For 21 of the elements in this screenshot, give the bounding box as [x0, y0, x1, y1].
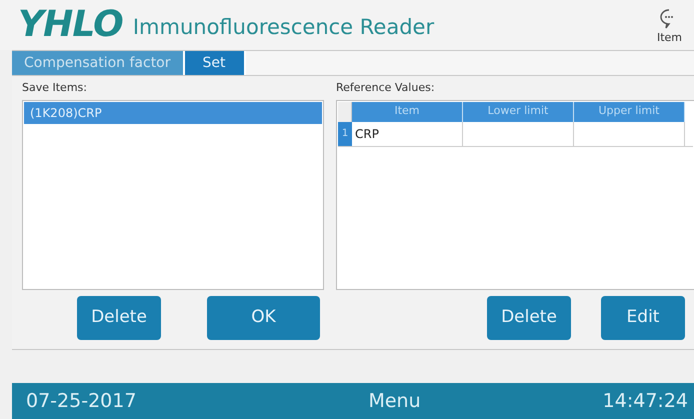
ok-button[interactable]: OK	[207, 296, 320, 340]
delete-button[interactable]: Delete	[77, 296, 161, 340]
column-header: Upper limit	[574, 102, 685, 122]
column-header: Item	[352, 102, 463, 122]
tab[interactable]: Set	[184, 51, 246, 75]
reference-values-label: Reference Values:	[336, 80, 436, 96]
row-number: 1	[338, 122, 352, 146]
corner-cell	[338, 102, 352, 122]
app-title: Immunofluorescence Reader	[132, 14, 434, 42]
delete-button[interactable]: Delete	[487, 296, 571, 340]
edit-button[interactable]: Edit	[601, 296, 685, 340]
tab[interactable]: Compensation factor	[12, 51, 185, 75]
column-header: Lower limit	[463, 102, 574, 122]
date-text: 07-25-2017	[26, 388, 136, 414]
save-items-label: Save Items:	[22, 80, 88, 96]
menu-button[interactable]: Menu	[368, 386, 421, 416]
item-button[interactable]: Item	[656, 8, 682, 42]
table-cell: CRP	[352, 122, 463, 146]
list-item[interactable]: (1K208)CRP	[24, 102, 322, 124]
logo: YHLO	[18, 7, 123, 43]
time-text: 14:47:24	[602, 388, 688, 414]
